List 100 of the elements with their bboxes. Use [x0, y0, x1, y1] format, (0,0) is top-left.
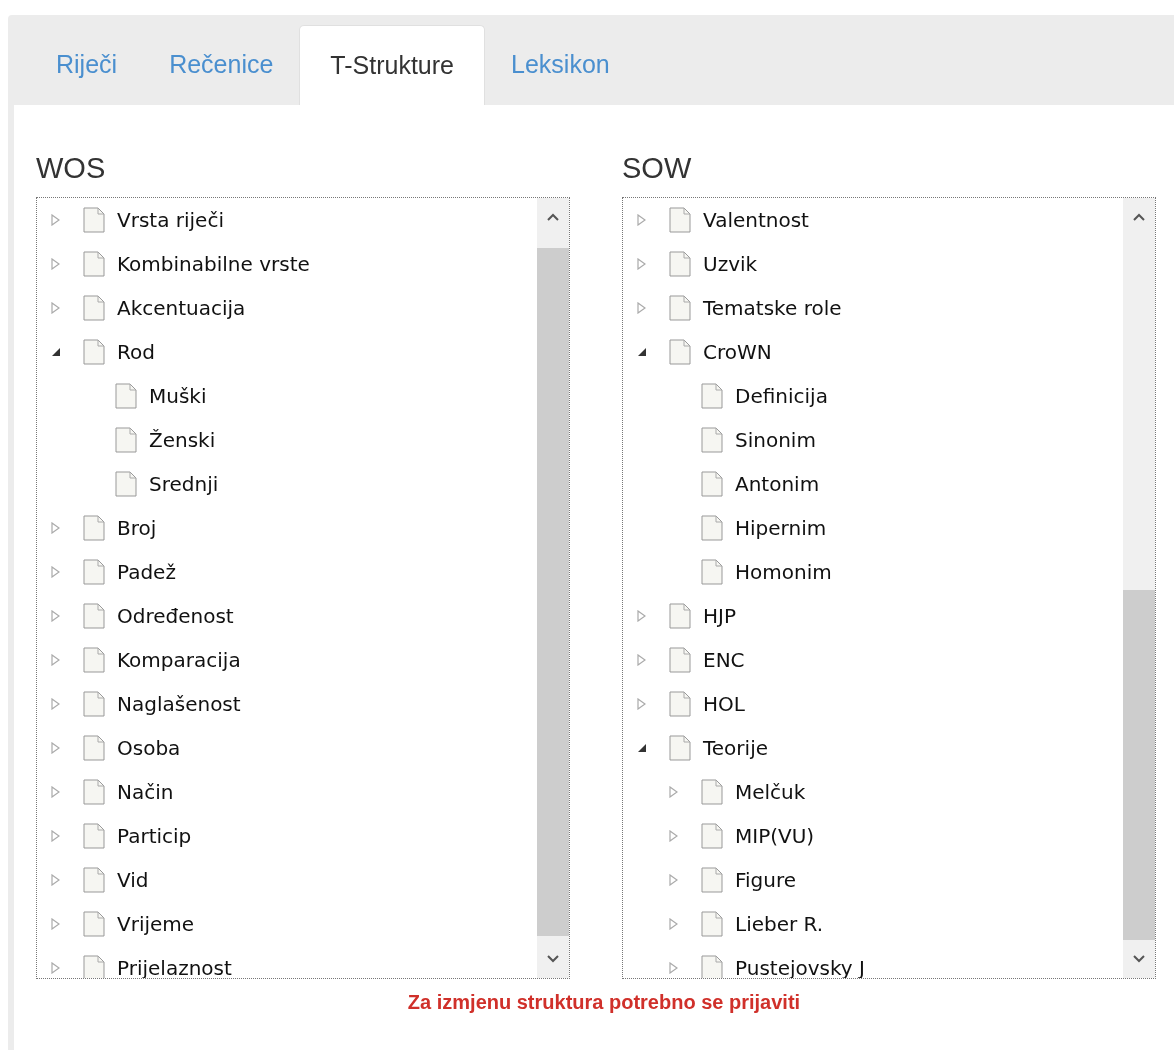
collapsed-arrow-icon[interactable] [51, 830, 60, 842]
tree-item[interactable]: Ženski [149, 425, 216, 455]
collapsed-arrow-icon[interactable] [51, 566, 60, 578]
document-icon [83, 867, 105, 893]
tree-item[interactable]: MIP(VU) [735, 821, 815, 851]
document-icon [701, 823, 723, 849]
collapsed-arrow-icon[interactable] [637, 302, 646, 314]
expanded-arrow-icon[interactable] [637, 743, 647, 753]
document-icon [83, 735, 105, 761]
tree-item[interactable]: Kombinabilne vrste [117, 249, 310, 279]
collapsed-arrow-icon[interactable] [51, 214, 60, 226]
document-icon [83, 691, 105, 717]
tree-item[interactable]: HJP [703, 601, 736, 631]
collapsed-arrow-icon[interactable] [637, 258, 646, 270]
collapsed-arrow-icon[interactable] [51, 610, 60, 622]
document-icon [83, 559, 105, 585]
document-icon [701, 867, 723, 893]
scroll-thumb[interactable] [1123, 590, 1155, 940]
scroll-up-icon[interactable] [546, 212, 560, 222]
tree-item[interactable]: Komparacija [117, 645, 241, 675]
tree-item[interactable]: Osoba [117, 733, 181, 763]
collapsed-arrow-icon[interactable] [669, 918, 678, 930]
tree-item[interactable]: Sinonim [735, 425, 816, 455]
collapsed-arrow-icon[interactable] [51, 698, 60, 710]
document-icon [701, 427, 723, 453]
tree-item[interactable]: Akcentuacija [117, 293, 246, 323]
expanded-arrow-icon[interactable] [637, 347, 647, 357]
tree-item[interactable]: Teorije [703, 733, 768, 763]
tree-item[interactable]: Lieber R. [735, 909, 824, 939]
tree-item[interactable]: Homonim [735, 557, 832, 587]
tree-item[interactable]: CroWN [703, 337, 772, 367]
tree-item[interactable]: Muški [149, 381, 207, 411]
document-icon [669, 735, 691, 761]
tree-item[interactable]: Uzvik [703, 249, 758, 279]
scrollbar[interactable] [1123, 198, 1155, 978]
document-icon [83, 779, 105, 805]
tree-item[interactable]: Način [117, 777, 174, 807]
collapsed-arrow-icon[interactable] [51, 962, 60, 974]
document-icon [701, 911, 723, 937]
tab[interactable]: T-Strukture [299, 25, 485, 105]
document-icon [115, 383, 137, 409]
document-icon [701, 515, 723, 541]
tree-item[interactable]: Određenost [117, 601, 234, 631]
tree-item[interactable]: Vrsta riječi [117, 205, 224, 235]
document-icon [115, 471, 137, 497]
collapsed-arrow-icon[interactable] [51, 786, 60, 798]
scroll-down-icon[interactable] [546, 954, 560, 964]
tree-item[interactable]: Figure [735, 865, 797, 895]
tree-item[interactable]: ENC [703, 645, 745, 675]
collapsed-arrow-icon[interactable] [669, 962, 678, 974]
scroll-up-icon[interactable] [1132, 212, 1146, 222]
collapsed-arrow-icon[interactable] [51, 258, 60, 270]
collapsed-arrow-icon[interactable] [51, 918, 60, 930]
tree-item[interactable]: Padež [117, 557, 176, 587]
tree-item[interactable]: Srednji [149, 469, 219, 499]
collapsed-arrow-icon[interactable] [637, 654, 646, 666]
document-icon [669, 691, 691, 717]
scroll-down-icon[interactable] [1132, 954, 1146, 964]
tree-item[interactable]: HOL [703, 689, 745, 719]
collapsed-arrow-icon[interactable] [669, 874, 678, 886]
document-icon [701, 383, 723, 409]
tree-item[interactable]: Vid [117, 865, 149, 895]
tree-item[interactable]: Tematske role [703, 293, 842, 323]
tree-item[interactable]: Melčuk [735, 777, 806, 807]
document-icon [701, 955, 723, 978]
collapsed-arrow-icon[interactable] [51, 874, 60, 886]
panel-title: SOW [622, 151, 693, 187]
collapsed-arrow-icon[interactable] [51, 654, 60, 666]
collapsed-arrow-icon[interactable] [669, 830, 678, 842]
collapsed-arrow-icon[interactable] [51, 742, 60, 754]
tree-item[interactable]: Antonim [735, 469, 820, 499]
tree-item[interactable]: Particip [117, 821, 192, 851]
tree-item[interactable]: Vrijeme [117, 909, 195, 939]
document-icon [83, 339, 105, 365]
document-icon [669, 295, 691, 321]
document-icon [701, 471, 723, 497]
collapsed-arrow-icon[interactable] [51, 302, 60, 314]
collapsed-arrow-icon[interactable] [669, 786, 678, 798]
tree-item[interactable]: Hipernim [735, 513, 827, 543]
document-icon [83, 955, 105, 978]
login-notice: Za izmjenu struktura potrebno se prijaviti [406, 990, 802, 1015]
tree-item[interactable]: Naglašenost [117, 689, 241, 719]
document-icon [669, 339, 691, 365]
document-icon [83, 295, 105, 321]
document-icon [83, 515, 105, 541]
tree-item[interactable]: Definicija [735, 381, 828, 411]
document-icon [83, 207, 105, 233]
collapsed-arrow-icon[interactable] [637, 214, 646, 226]
document-icon [115, 427, 137, 453]
tree-item[interactable]: Valentnost [703, 205, 809, 235]
collapsed-arrow-icon[interactable] [637, 610, 646, 622]
document-icon [669, 251, 691, 277]
expanded-arrow-icon[interactable] [51, 347, 61, 357]
document-icon [669, 207, 691, 233]
document-icon [83, 603, 105, 629]
document-icon [701, 779, 723, 805]
collapsed-arrow-icon[interactable] [51, 522, 60, 534]
tree-item[interactable]: Broj [117, 513, 157, 543]
collapsed-arrow-icon[interactable] [637, 698, 646, 710]
tree-item[interactable]: Rod [117, 337, 155, 367]
